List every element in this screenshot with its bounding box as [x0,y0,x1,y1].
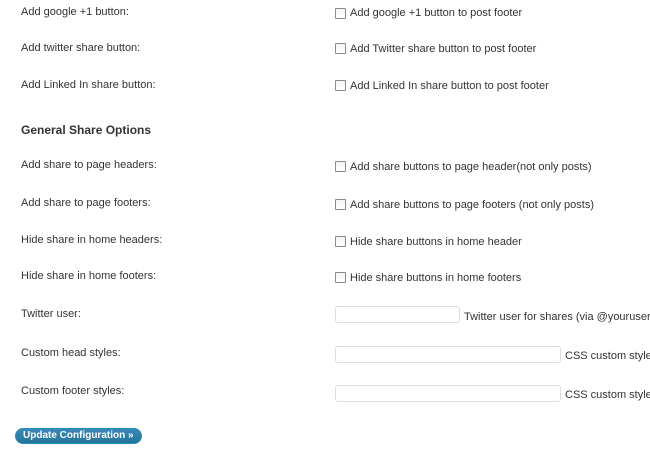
label-page-footers: Add share to page footers: [21,197,151,209]
checkbox-twitter-share[interactable] [335,43,346,54]
checkbox-text-linkedin-share: Add Linked In share button to post foote… [350,80,549,92]
label-custom-head-styles: Custom head styles: [21,347,121,359]
checkbox-google-plus-one[interactable] [335,8,346,19]
label-home-footers: Hide share in home footers: [21,270,157,282]
checkbox-text-page-headers: Add share buttons to page header(not onl… [350,161,592,173]
checkbox-home-headers[interactable] [335,236,346,247]
checkbox-text-google-plus-one: Add google +1 button to post footer [350,7,523,19]
checkbox-page-footers[interactable] [335,199,346,210]
update-configuration-button[interactable]: Update Configuration » [15,428,142,444]
label-twitter-share: Add twitter share button: [21,42,141,54]
checkbox-page-headers[interactable] [335,161,346,172]
label-home-headers: Hide share in home headers: [21,234,163,246]
checkbox-text-home-headers: Hide share buttons in home header [350,236,522,248]
label-custom-footer-styles: Custom footer styles: [21,385,125,397]
custom-footer-styles-help: CSS custom styles [565,389,650,401]
label-linkedin-share: Add Linked In share button: [21,79,156,91]
checkbox-text-home-footers: Hide share buttons in home footers [350,272,522,284]
section-title: General Share Options [21,123,152,137]
twitter-user-help: Twitter user for shares (via @youruser) [464,311,650,323]
checkbox-text-twitter-share: Add Twitter share button to post footer [350,43,537,55]
twitter-user-input[interactable] [335,306,460,323]
label-google-plus-one: Add google +1 button: [21,6,129,18]
label-twitter-user: Twitter user: [21,308,81,320]
custom-head-styles-help: CSS custom styles [565,350,650,362]
checkbox-text-page-footers: Add share buttons to page footers (not o… [350,199,594,211]
checkbox-linkedin-share[interactable] [335,80,346,91]
label-page-headers: Add share to page headers: [21,159,157,171]
custom-footer-styles-input[interactable] [335,385,561,402]
checkbox-home-footers[interactable] [335,272,346,283]
custom-head-styles-input[interactable] [335,346,561,363]
